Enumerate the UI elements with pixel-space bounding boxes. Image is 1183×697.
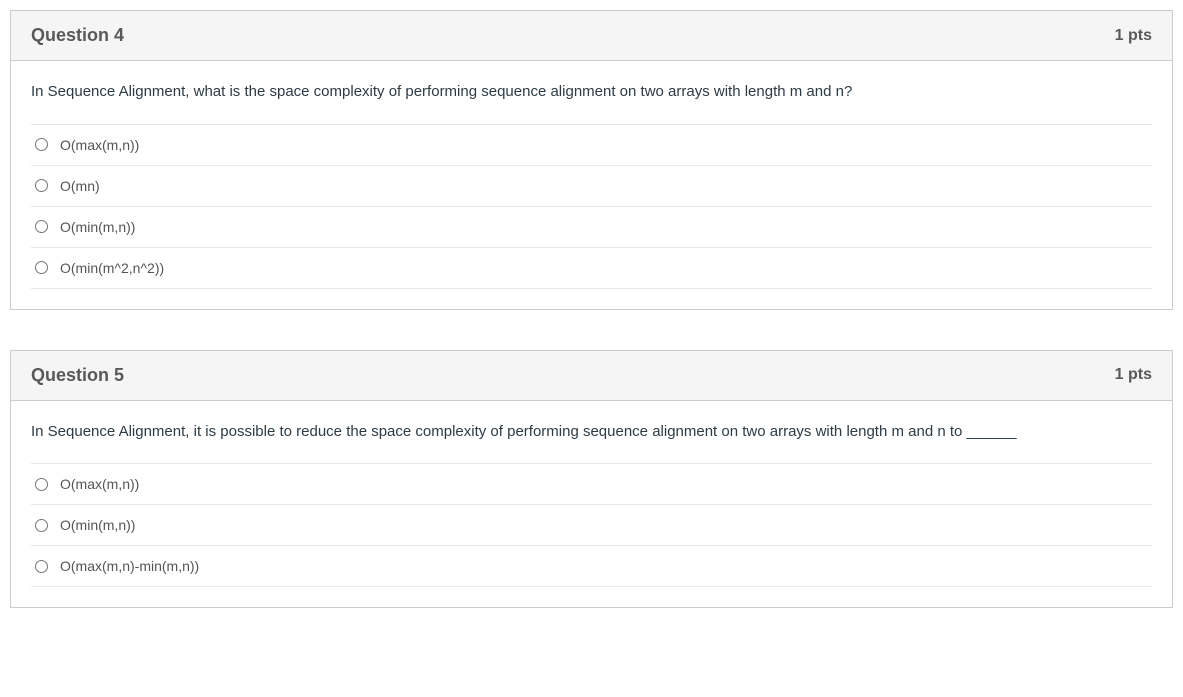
option-radio[interactable] — [35, 478, 48, 491]
question-points: 1 pts — [1115, 27, 1152, 45]
option-row[interactable]: O(min(m,n)) — [31, 206, 1152, 247]
question-prompt: In Sequence Alignment, what is the space… — [31, 81, 1152, 104]
question-card-5: Question 5 1 pts In Sequence Alignment, … — [10, 350, 1173, 609]
question-card-4: Question 4 1 pts In Sequence Alignment, … — [10, 10, 1173, 310]
option-label: O(max(m,n)-min(m,n)) — [60, 558, 199, 574]
question-points: 1 pts — [1115, 366, 1152, 384]
option-radio[interactable] — [35, 138, 48, 151]
option-radio[interactable] — [35, 560, 48, 573]
option-label: O(max(m,n)) — [60, 476, 139, 492]
options-list: O(max(m,n)) O(min(m,n)) O(max(m,n)-min(m… — [31, 463, 1152, 587]
option-radio[interactable] — [35, 179, 48, 192]
option-row[interactable]: O(max(m,n)) — [31, 463, 1152, 504]
option-radio[interactable] — [35, 519, 48, 532]
option-radio[interactable] — [35, 261, 48, 274]
question-body: In Sequence Alignment, what is the space… — [11, 61, 1172, 309]
question-title: Question 5 — [31, 365, 124, 386]
option-label: O(min(m^2,n^2)) — [60, 260, 164, 276]
option-label: O(min(m,n)) — [60, 517, 135, 533]
option-row[interactable]: O(max(m,n)) — [31, 124, 1152, 165]
option-radio[interactable] — [35, 220, 48, 233]
option-label: O(mn) — [60, 178, 100, 194]
option-row[interactable]: O(mn) — [31, 165, 1152, 206]
option-row[interactable]: O(max(m,n)-min(m,n)) — [31, 545, 1152, 587]
question-header: Question 4 1 pts — [11, 11, 1172, 61]
option-label: O(max(m,n)) — [60, 137, 139, 153]
question-title: Question 4 — [31, 25, 124, 46]
option-label: O(min(m,n)) — [60, 219, 135, 235]
option-row[interactable]: O(min(m^2,n^2)) — [31, 247, 1152, 289]
option-row[interactable]: O(min(m,n)) — [31, 504, 1152, 545]
question-body: In Sequence Alignment, it is possible to… — [11, 401, 1172, 608]
question-header: Question 5 1 pts — [11, 351, 1172, 401]
options-list: O(max(m,n)) O(mn) O(min(m,n)) O(min(m^2,… — [31, 124, 1152, 289]
question-prompt: In Sequence Alignment, it is possible to… — [31, 421, 1152, 444]
